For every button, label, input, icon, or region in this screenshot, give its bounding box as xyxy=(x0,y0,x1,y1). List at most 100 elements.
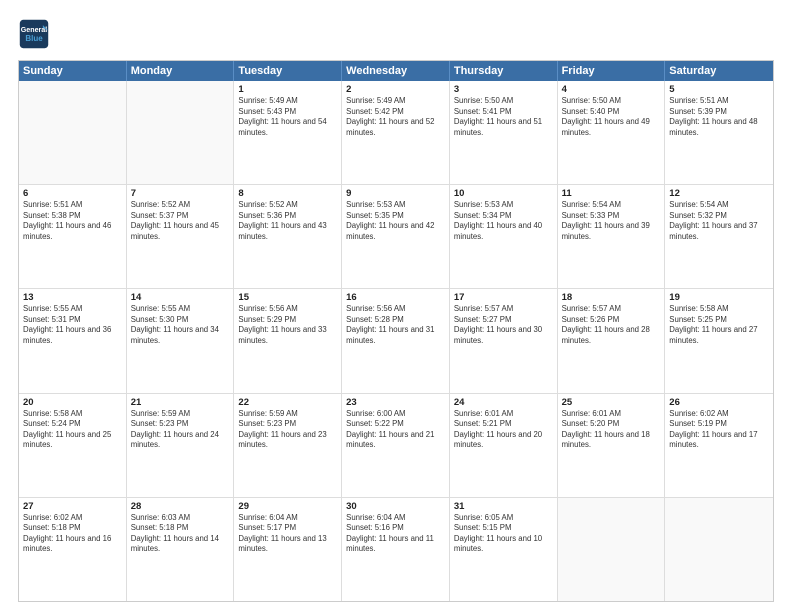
header-cell-thursday: Thursday xyxy=(450,61,558,81)
cell-info: Sunrise: 5:54 AM Sunset: 5:33 PM Dayligh… xyxy=(562,200,661,242)
svg-text:Blue: Blue xyxy=(25,34,43,43)
cell-day-number: 17 xyxy=(454,292,553,303)
cell-day-number: 31 xyxy=(454,501,553,512)
calendar-cell: 7Sunrise: 5:52 AM Sunset: 5:37 PM Daylig… xyxy=(127,185,235,288)
calendar-cell: 15Sunrise: 5:56 AM Sunset: 5:29 PM Dayli… xyxy=(234,289,342,392)
cell-day-number: 28 xyxy=(131,501,230,512)
calendar-cell: 1Sunrise: 5:49 AM Sunset: 5:43 PM Daylig… xyxy=(234,81,342,184)
cell-day-number: 24 xyxy=(454,397,553,408)
cell-info: Sunrise: 6:02 AM Sunset: 5:19 PM Dayligh… xyxy=(669,409,769,451)
cell-info: Sunrise: 5:54 AM Sunset: 5:32 PM Dayligh… xyxy=(669,200,769,242)
cell-day-number: 3 xyxy=(454,84,553,95)
cell-info: Sunrise: 6:04 AM Sunset: 5:17 PM Dayligh… xyxy=(238,513,337,555)
cell-day-number: 22 xyxy=(238,397,337,408)
cell-day-number: 10 xyxy=(454,188,553,199)
cell-info: Sunrise: 5:58 AM Sunset: 5:24 PM Dayligh… xyxy=(23,409,122,451)
calendar-row-5: 27Sunrise: 6:02 AM Sunset: 5:18 PM Dayli… xyxy=(19,498,773,601)
cell-day-number: 4 xyxy=(562,84,661,95)
cell-day-number: 11 xyxy=(562,188,661,199)
cell-info: Sunrise: 5:55 AM Sunset: 5:30 PM Dayligh… xyxy=(131,304,230,346)
cell-day-number: 20 xyxy=(23,397,122,408)
cell-info: Sunrise: 5:59 AM Sunset: 5:23 PM Dayligh… xyxy=(131,409,230,451)
cell-info: Sunrise: 5:52 AM Sunset: 5:37 PM Dayligh… xyxy=(131,200,230,242)
calendar-cell: 6Sunrise: 5:51 AM Sunset: 5:38 PM Daylig… xyxy=(19,185,127,288)
cell-info: Sunrise: 5:52 AM Sunset: 5:36 PM Dayligh… xyxy=(238,200,337,242)
calendar-cell: 25Sunrise: 6:01 AM Sunset: 5:20 PM Dayli… xyxy=(558,394,666,497)
cell-info: Sunrise: 5:53 AM Sunset: 5:35 PM Dayligh… xyxy=(346,200,445,242)
calendar-cell: 10Sunrise: 5:53 AM Sunset: 5:34 PM Dayli… xyxy=(450,185,558,288)
calendar-cell: 20Sunrise: 5:58 AM Sunset: 5:24 PM Dayli… xyxy=(19,394,127,497)
cell-day-number: 16 xyxy=(346,292,445,303)
cell-info: Sunrise: 5:58 AM Sunset: 5:25 PM Dayligh… xyxy=(669,304,769,346)
cell-info: Sunrise: 6:05 AM Sunset: 5:15 PM Dayligh… xyxy=(454,513,553,555)
cell-info: Sunrise: 5:50 AM Sunset: 5:41 PM Dayligh… xyxy=(454,96,553,138)
cell-info: Sunrise: 5:49 AM Sunset: 5:42 PM Dayligh… xyxy=(346,96,445,138)
cell-info: Sunrise: 5:57 AM Sunset: 5:27 PM Dayligh… xyxy=(454,304,553,346)
calendar-cell: 5Sunrise: 5:51 AM Sunset: 5:39 PM Daylig… xyxy=(665,81,773,184)
cell-info: Sunrise: 6:03 AM Sunset: 5:18 PM Dayligh… xyxy=(131,513,230,555)
cell-info: Sunrise: 5:55 AM Sunset: 5:31 PM Dayligh… xyxy=(23,304,122,346)
cell-info: Sunrise: 5:49 AM Sunset: 5:43 PM Dayligh… xyxy=(238,96,337,138)
cell-info: Sunrise: 5:57 AM Sunset: 5:26 PM Dayligh… xyxy=(562,304,661,346)
header-cell-tuesday: Tuesday xyxy=(234,61,342,81)
header: General Blue xyxy=(18,18,774,50)
cell-info: Sunrise: 5:51 AM Sunset: 5:39 PM Dayligh… xyxy=(669,96,769,138)
cell-day-number: 7 xyxy=(131,188,230,199)
cell-day-number: 27 xyxy=(23,501,122,512)
cell-day-number: 29 xyxy=(238,501,337,512)
calendar-cell: 13Sunrise: 5:55 AM Sunset: 5:31 PM Dayli… xyxy=(19,289,127,392)
calendar-body: 1Sunrise: 5:49 AM Sunset: 5:43 PM Daylig… xyxy=(19,81,773,601)
header-cell-monday: Monday xyxy=(127,61,235,81)
calendar-cell: 3Sunrise: 5:50 AM Sunset: 5:41 PM Daylig… xyxy=(450,81,558,184)
cell-day-number: 30 xyxy=(346,501,445,512)
header-cell-friday: Friday xyxy=(558,61,666,81)
calendar-cell xyxy=(558,498,666,601)
calendar-cell: 17Sunrise: 5:57 AM Sunset: 5:27 PM Dayli… xyxy=(450,289,558,392)
header-cell-sunday: Sunday xyxy=(19,61,127,81)
cell-day-number: 9 xyxy=(346,188,445,199)
cell-day-number: 13 xyxy=(23,292,122,303)
calendar-cell: 2Sunrise: 5:49 AM Sunset: 5:42 PM Daylig… xyxy=(342,81,450,184)
calendar-cell: 11Sunrise: 5:54 AM Sunset: 5:33 PM Dayli… xyxy=(558,185,666,288)
cell-info: Sunrise: 6:04 AM Sunset: 5:16 PM Dayligh… xyxy=(346,513,445,555)
cell-day-number: 26 xyxy=(669,397,769,408)
calendar-cell: 9Sunrise: 5:53 AM Sunset: 5:35 PM Daylig… xyxy=(342,185,450,288)
calendar-cell: 24Sunrise: 6:01 AM Sunset: 5:21 PM Dayli… xyxy=(450,394,558,497)
header-cell-wednesday: Wednesday xyxy=(342,61,450,81)
cell-day-number: 6 xyxy=(23,188,122,199)
calendar-cell: 19Sunrise: 5:58 AM Sunset: 5:25 PM Dayli… xyxy=(665,289,773,392)
cell-info: Sunrise: 5:59 AM Sunset: 5:23 PM Dayligh… xyxy=(238,409,337,451)
cell-info: Sunrise: 5:56 AM Sunset: 5:28 PM Dayligh… xyxy=(346,304,445,346)
calendar-cell xyxy=(127,81,235,184)
cell-day-number: 12 xyxy=(669,188,769,199)
calendar-cell: 23Sunrise: 6:00 AM Sunset: 5:22 PM Dayli… xyxy=(342,394,450,497)
calendar-cell: 18Sunrise: 5:57 AM Sunset: 5:26 PM Dayli… xyxy=(558,289,666,392)
calendar-row-4: 20Sunrise: 5:58 AM Sunset: 5:24 PM Dayli… xyxy=(19,394,773,498)
cell-day-number: 1 xyxy=(238,84,337,95)
cell-info: Sunrise: 5:51 AM Sunset: 5:38 PM Dayligh… xyxy=(23,200,122,242)
calendar-cell: 8Sunrise: 5:52 AM Sunset: 5:36 PM Daylig… xyxy=(234,185,342,288)
cell-day-number: 15 xyxy=(238,292,337,303)
cell-day-number: 23 xyxy=(346,397,445,408)
calendar-header-row: SundayMondayTuesdayWednesdayThursdayFrid… xyxy=(19,61,773,81)
calendar-cell xyxy=(19,81,127,184)
logo: General Blue xyxy=(18,18,50,50)
cell-info: Sunrise: 5:56 AM Sunset: 5:29 PM Dayligh… xyxy=(238,304,337,346)
calendar-cell: 28Sunrise: 6:03 AM Sunset: 5:18 PM Dayli… xyxy=(127,498,235,601)
calendar-cell: 31Sunrise: 6:05 AM Sunset: 5:15 PM Dayli… xyxy=(450,498,558,601)
header-cell-saturday: Saturday xyxy=(665,61,773,81)
cell-day-number: 8 xyxy=(238,188,337,199)
calendar: SundayMondayTuesdayWednesdayThursdayFrid… xyxy=(18,60,774,602)
cell-info: Sunrise: 6:01 AM Sunset: 5:21 PM Dayligh… xyxy=(454,409,553,451)
cell-day-number: 2 xyxy=(346,84,445,95)
calendar-row-3: 13Sunrise: 5:55 AM Sunset: 5:31 PM Dayli… xyxy=(19,289,773,393)
page: General Blue SundayMondayTuesdayWednesda… xyxy=(0,0,792,612)
calendar-cell: 4Sunrise: 5:50 AM Sunset: 5:40 PM Daylig… xyxy=(558,81,666,184)
cell-day-number: 14 xyxy=(131,292,230,303)
logo-icon: General Blue xyxy=(18,18,50,50)
calendar-cell: 12Sunrise: 5:54 AM Sunset: 5:32 PM Dayli… xyxy=(665,185,773,288)
calendar-cell: 22Sunrise: 5:59 AM Sunset: 5:23 PM Dayli… xyxy=(234,394,342,497)
calendar-cell: 27Sunrise: 6:02 AM Sunset: 5:18 PM Dayli… xyxy=(19,498,127,601)
calendar-cell xyxy=(665,498,773,601)
cell-day-number: 19 xyxy=(669,292,769,303)
